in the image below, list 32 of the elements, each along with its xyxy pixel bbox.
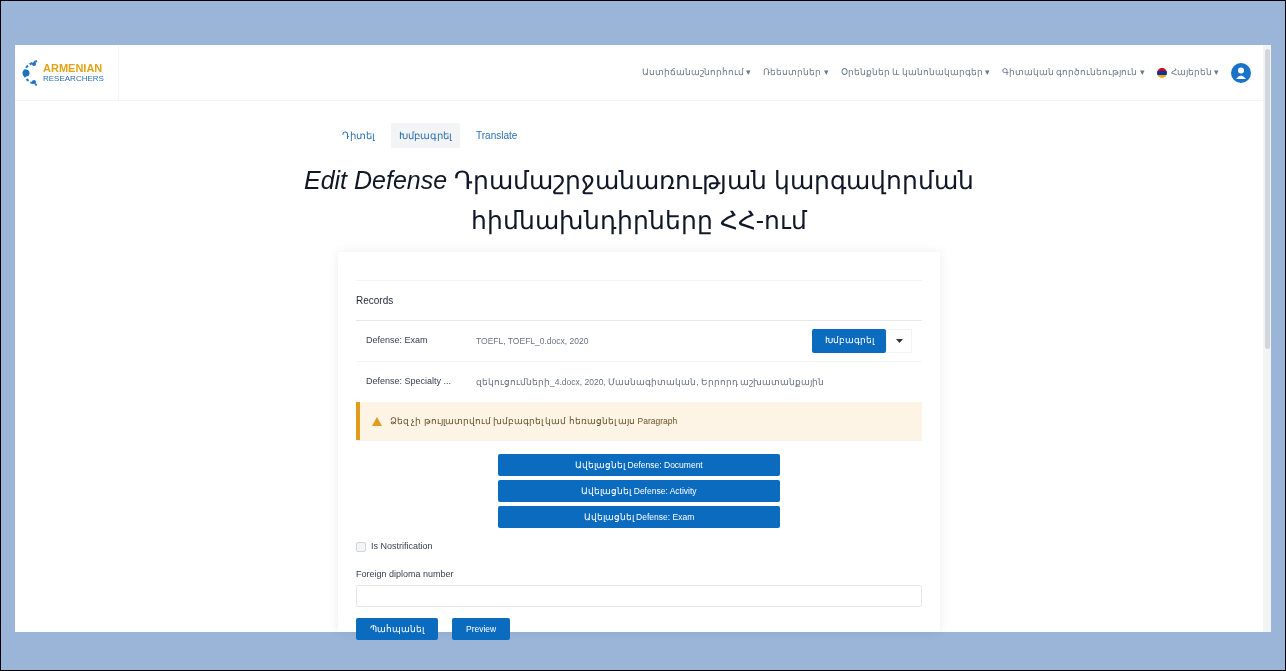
add-button[interactable]: Ավելացնել Defense: Activity [498, 480, 780, 502]
add-button[interactable]: Ավելացնել Defense: Exam [498, 506, 780, 528]
caret-icon [895, 339, 903, 343]
record-type: Defense: Exam [366, 334, 429, 348]
record-summary: զեկուցումների_4.docx, 2020, Մասնագիտական, Երրորդ աշխատանքային [476, 375, 826, 389]
add-button[interactable]: Ավելացնել Defense: Document [498, 454, 780, 476]
flag-icon [1156, 67, 1167, 78]
logo-text: ARMENIAN [43, 62, 104, 74]
nav-menu-item[interactable]: Օրենքներ և կանոնակարգեր ▾ [840, 66, 990, 79]
warning-icon [372, 416, 382, 426]
nav-menu-item[interactable]: Ռեեստրներ ▾ [763, 66, 829, 79]
records-heading: Records [356, 281, 922, 321]
tab[interactable]: Translate [468, 123, 526, 148]
tab[interactable]: Դիտել [334, 123, 383, 148]
warning-text: Ձեզ չի թույլատրվում խմբագրել կամ հեռացնել այս Paragraph [390, 414, 678, 428]
input-field[interactable] [356, 585, 922, 607]
action-button[interactable]: Preview [452, 618, 511, 640]
page-title: Edit Defense Դրամաշրջանառության կարգավորման հիմնախնդիրները ՀՀ-ում [302, 165, 975, 237]
logo-subtext: RESEARCHERS [43, 73, 104, 83]
dropdown-button[interactable] [886, 329, 912, 353]
field-label: Foreign diploma number [356, 567, 455, 581]
nav-menu-item[interactable]: Հայերեն ▾ [1156, 66, 1219, 79]
record-summary: TOEFL, TOEFL_0.docx, 2020 [476, 334, 590, 348]
nav-menu-item[interactable]: Գիտական գործունեություն ▾ [1001, 66, 1145, 79]
checkbox-label: Is Nostrification [371, 540, 433, 553]
nav-menu-item[interactable]: Աստիճանաշնորհում ▾ [642, 66, 752, 79]
user-avatar-icon[interactable] [1231, 62, 1251, 83]
record-type: Defense: Specialty ... [366, 375, 453, 389]
tab[interactable]: Խմբագրել [391, 123, 460, 148]
action-button[interactable]: Պահպանել [356, 618, 438, 640]
edit-button[interactable]: Խմբագրել [812, 329, 886, 353]
checkbox[interactable] [356, 541, 366, 552]
